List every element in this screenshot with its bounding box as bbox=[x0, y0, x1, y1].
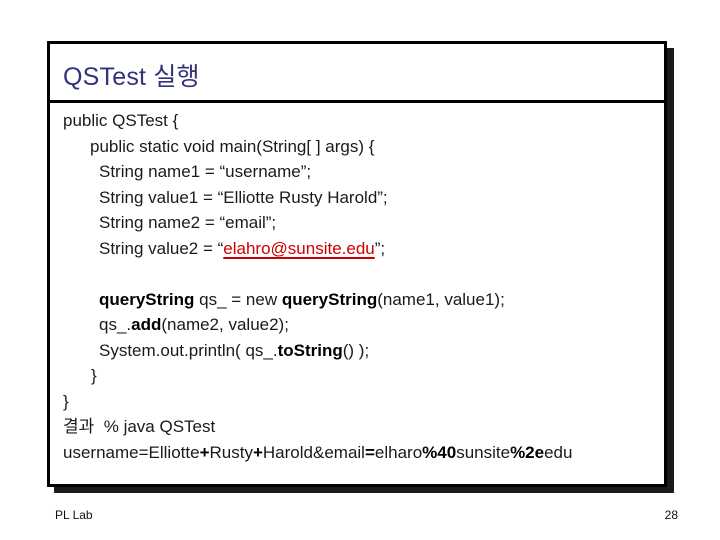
code-line-main-decl: public static void main(String[ ] args) … bbox=[90, 136, 375, 156]
output-text: username=Elliotte bbox=[63, 442, 200, 462]
output-encoded-char: + bbox=[199, 442, 210, 462]
code-block: public QSTest { public static void main(… bbox=[63, 108, 664, 465]
footer-lab-name: PL Lab bbox=[55, 508, 93, 522]
result-command-line: 결과 % java QSTest bbox=[63, 417, 216, 436]
code-text: qs_ = new bbox=[194, 289, 282, 309]
code-line-name2: String name2 = “email”; bbox=[99, 213, 277, 232]
code-text: (name2, value2); bbox=[161, 315, 289, 334]
output-text: Rusty bbox=[209, 442, 253, 462]
output-encoded-char: %2e bbox=[510, 442, 545, 462]
code-line-close-class: } bbox=[63, 391, 69, 411]
output-encoded-char: %40 bbox=[422, 442, 457, 462]
slide-content-box: QSTest 실행 public QSTest { public static … bbox=[47, 41, 667, 487]
code-keyword: add bbox=[131, 315, 162, 334]
code-text: () ); bbox=[342, 340, 370, 360]
code-text: qs_. bbox=[99, 315, 132, 334]
output-text: sunsite bbox=[456, 442, 511, 462]
code-line-add: qs_.add(name2, value2); bbox=[63, 312, 664, 338]
code-line-println: System.out.println( qs_.toString() ); bbox=[63, 338, 664, 364]
code-line-name1: String name1 = “username”; bbox=[99, 162, 312, 181]
output-encoded-char: + bbox=[252, 442, 263, 462]
code-line-class-decl: public QSTest { bbox=[63, 111, 179, 130]
email-link[interactable]: elahro@sunsite.edu bbox=[223, 239, 374, 258]
output-encoded-char: = bbox=[364, 442, 375, 462]
page-number: 28 bbox=[664, 508, 678, 522]
output-text: Harold&email bbox=[262, 442, 365, 462]
output-text: edu bbox=[544, 442, 573, 462]
code-keyword: queryString bbox=[99, 289, 195, 309]
output-text: elharo bbox=[374, 442, 423, 462]
code-keyword: toString bbox=[277, 340, 343, 360]
code-text: ”; bbox=[374, 238, 386, 258]
code-keyword: queryString bbox=[281, 289, 378, 309]
code-line-value1: String value1 = “Elliotte Rusty Harold”; bbox=[99, 187, 388, 207]
slide-title: QSTest 실행 bbox=[63, 63, 200, 91]
result-output-line: username=Elliotte+Rusty+Harold&email=elh… bbox=[63, 440, 664, 466]
code-line-querystring-new: queryString qs_ = new queryString(name1,… bbox=[63, 287, 664, 313]
code-text: (name1, value1); bbox=[377, 289, 505, 309]
code-text: System.out.println( qs_. bbox=[99, 340, 278, 360]
code-line-close-main: } bbox=[91, 366, 97, 385]
code-line-value2: String value2 = “elahro@sunsite.edu”; bbox=[63, 236, 664, 262]
code-text: String value2 = “ bbox=[99, 238, 224, 258]
title-bar: QSTest 실행 bbox=[50, 44, 664, 103]
